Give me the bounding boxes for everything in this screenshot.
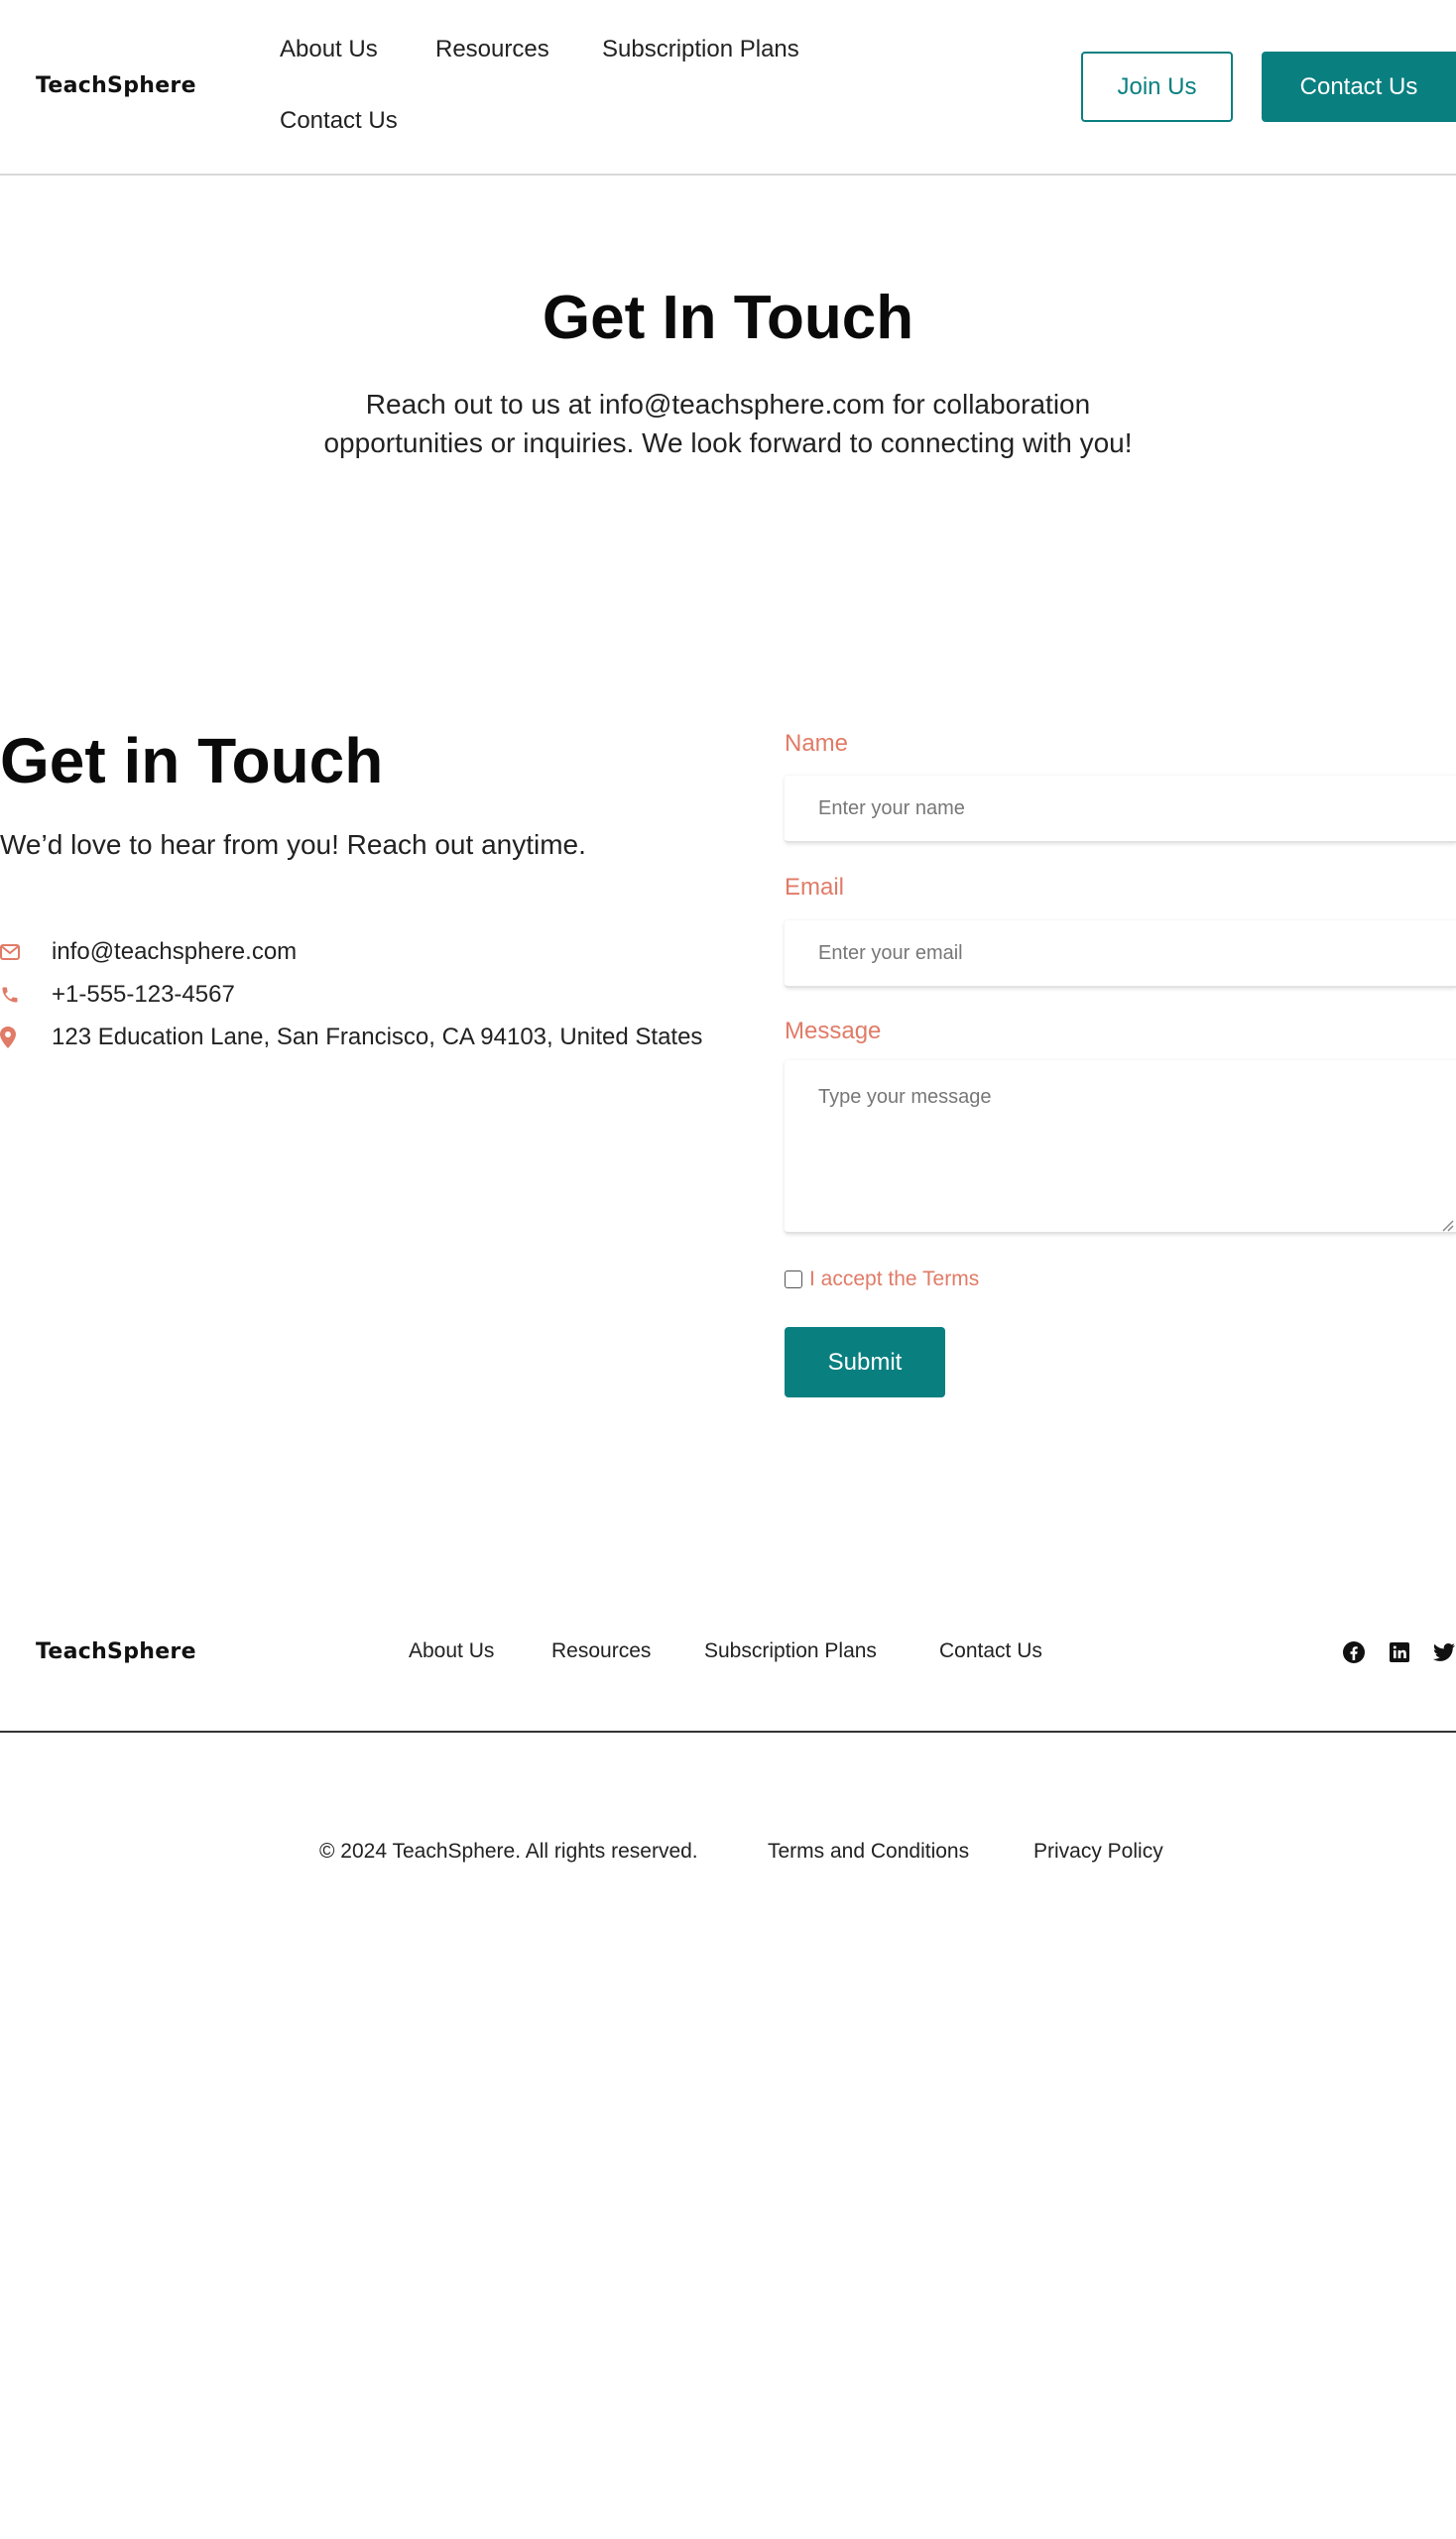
- site-header: TeachSphere About Us Resources Subscript…: [0, 0, 1456, 176]
- footer-nav-contact-us[interactable]: Contact Us: [939, 1639, 1042, 1663]
- resize-grip-icon[interactable]: [1440, 1218, 1454, 1232]
- phone-icon: [0, 984, 20, 1006]
- contact-phone-row: +1-555-123-4567: [0, 979, 235, 1011]
- map-pin-icon: [0, 1027, 20, 1048]
- contact-email[interactable]: info@teachsphere.com: [52, 938, 297, 966]
- footer-logo[interactable]: TeachSphere: [36, 1639, 196, 1664]
- footer-nav-resources[interactable]: Resources: [551, 1639, 651, 1663]
- submit-button[interactable]: Submit: [785, 1327, 945, 1397]
- join-us-button[interactable]: Join Us: [1081, 52, 1233, 122]
- twitter-icon[interactable]: [1432, 1640, 1456, 1664]
- contact-address: 123 Education Lane, San Francisco, CA 94…: [52, 1024, 703, 1050]
- facebook-icon[interactable]: [1342, 1640, 1366, 1664]
- envelope-icon: [0, 941, 20, 963]
- terms-label[interactable]: I accept the Terms: [809, 1268, 979, 1291]
- nav-contact-us[interactable]: Contact Us: [280, 107, 398, 135]
- terms-link[interactable]: Terms and Conditions: [768, 1840, 969, 1864]
- footer-divider: [0, 1731, 1456, 1733]
- contact-subtitle: We’d love to hear from you! Reach out an…: [0, 829, 586, 860]
- site-logo[interactable]: TeachSphere: [36, 73, 196, 98]
- contact-address-row: 123 Education Lane, San Francisco, CA 94…: [0, 1022, 702, 1053]
- hero-text: Reach out to us at info@teachsphere.com …: [323, 389, 1133, 458]
- terms-checkbox[interactable]: [785, 1270, 802, 1288]
- contact-email-row: info@teachsphere.com: [0, 936, 297, 968]
- linkedin-icon[interactable]: [1388, 1640, 1411, 1664]
- name-label: Name: [785, 730, 849, 757]
- contact-us-button[interactable]: Contact Us: [1262, 52, 1456, 122]
- email-label: Email: [785, 874, 845, 901]
- nav-about-us[interactable]: About Us: [280, 36, 378, 63]
- email-input[interactable]: [785, 920, 1456, 988]
- message-label: Message: [785, 1018, 882, 1044]
- hero-title: Get In Touch: [542, 284, 914, 352]
- name-input[interactable]: [785, 776, 1456, 843]
- contact-title: Get in Touch: [0, 725, 384, 796]
- contact-phone[interactable]: +1-555-123-4567: [52, 981, 235, 1009]
- footer-nav-subscription-plans[interactable]: Subscription Plans: [704, 1639, 877, 1663]
- nav-subscription-plans[interactable]: Subscription Plans: [602, 36, 799, 63]
- privacy-link[interactable]: Privacy Policy: [1033, 1840, 1163, 1864]
- copyright-text: © 2024 TeachSphere. All rights reserved.: [319, 1840, 698, 1863]
- footer-nav-about-us[interactable]: About Us: [409, 1639, 494, 1663]
- message-textarea[interactable]: [785, 1060, 1456, 1234]
- nav-resources[interactable]: Resources: [435, 36, 549, 63]
